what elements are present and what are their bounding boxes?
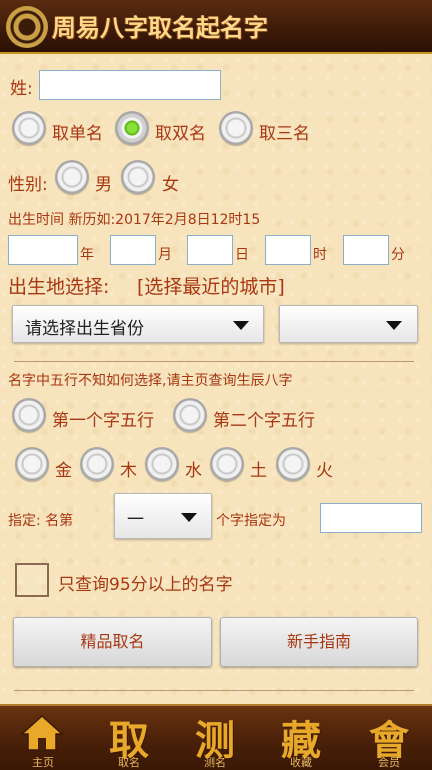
ordinal-dropdown[interactable]: 一 <box>114 493 212 539</box>
nav-label-home: 主页 <box>32 756 54 769</box>
radio-earth[interactable] <box>210 447 244 481</box>
double-name-label: 取双名 <box>155 124 206 144</box>
province-dropdown-label: 请选择出生省份 <box>25 319 144 339</box>
premium-naming-button[interactable]: 精品取名 <box>13 617 212 667</box>
province-dropdown[interactable]: 请选择出生省份 <box>12 305 264 343</box>
radio-female[interactable] <box>121 160 155 194</box>
nav-label-test: 测名 <box>204 756 226 769</box>
assign-suffix-label: 个字指定为 <box>216 513 286 529</box>
chevron-down-icon <box>233 321 249 330</box>
female-label: 女 <box>162 175 179 195</box>
single-name-label: 取单名 <box>52 124 103 144</box>
beginner-guide-button[interactable]: 新手指南 <box>220 617 418 667</box>
nav-item-home[interactable]: 主页 <box>0 706 86 770</box>
month-input[interactable] <box>110 235 156 265</box>
ordinal-dropdown-label: 一 <box>127 510 144 530</box>
chevron-down-icon <box>181 513 197 522</box>
assign-char-input[interactable] <box>320 503 422 533</box>
male-label: 男 <box>95 175 112 195</box>
nav-item-favorites[interactable]: 藏 收藏 <box>258 706 344 770</box>
gender-label: 性别: <box>8 175 48 195</box>
second-char-wuxing-label: 第二个字五行 <box>213 411 315 431</box>
year-input[interactable] <box>8 235 78 265</box>
nearest-city-link[interactable]: [选择最近的城市] <box>137 272 285 299</box>
yinyang-logo-icon <box>6 6 48 48</box>
nav-item-naming[interactable]: 取 取名 <box>86 706 172 770</box>
nav-item-member[interactable]: 會 会员 <box>346 706 432 770</box>
triple-name-label: 取三名 <box>259 124 310 144</box>
wood-label: 木 <box>120 461 137 481</box>
radio-water[interactable] <box>145 447 179 481</box>
radio-second-char-wuxing[interactable] <box>173 398 207 432</box>
surname-input[interactable] <box>39 70 221 100</box>
nav-label-favorites: 收藏 <box>290 756 312 769</box>
day-input[interactable] <box>187 235 233 265</box>
birth-time-label: 出生时间 新历如:2017年2月8日12时15 <box>8 212 261 228</box>
radio-wood[interactable] <box>80 447 114 481</box>
radio-metal[interactable] <box>15 447 49 481</box>
minute-unit: 分 <box>391 247 405 263</box>
day-unit: 日 <box>235 247 249 263</box>
radio-triple-name[interactable] <box>219 111 253 145</box>
bottom-nav: 主页 取 取名 测 测名 藏 收藏 會 会员 <box>0 704 432 770</box>
first-char-wuxing-label: 第一个字五行 <box>52 411 154 431</box>
radio-male[interactable] <box>55 160 89 194</box>
radio-double-name[interactable] <box>115 111 149 145</box>
metal-label: 金 <box>55 461 72 481</box>
earth-label: 土 <box>250 461 267 481</box>
minute-input[interactable] <box>343 235 389 265</box>
surname-label: 姓: <box>10 79 33 99</box>
nav-label-naming: 取名 <box>118 756 140 769</box>
radio-fire[interactable] <box>276 447 310 481</box>
birthplace-label: 出生地选择: <box>8 276 110 298</box>
wuxing-hint: 名字中五行不知如何选择,请主页查询生辰八字 <box>8 373 293 389</box>
home-icon <box>20 714 64 751</box>
radio-first-char-wuxing[interactable] <box>12 398 46 432</box>
fire-label: 火 <box>316 461 333 481</box>
high-score-checkbox[interactable] <box>15 563 49 597</box>
hour-unit: 时 <box>313 247 327 263</box>
high-score-label: 只查询95分以上的名字 <box>58 575 233 595</box>
water-label: 水 <box>185 461 202 481</box>
divider <box>14 361 414 362</box>
divider <box>14 690 414 691</box>
chevron-down-icon <box>386 321 402 330</box>
app-title: 周易八字取名起名字 <box>52 13 268 42</box>
nav-label-member: 会员 <box>378 756 400 769</box>
city-dropdown[interactable] <box>279 305 418 343</box>
hour-input[interactable] <box>265 235 311 265</box>
nav-item-test[interactable]: 测 测名 <box>172 706 258 770</box>
assign-prefix-label: 指定: 名第 <box>8 513 74 529</box>
month-unit: 月 <box>158 247 172 263</box>
year-unit: 年 <box>80 247 94 263</box>
app-header: 周易八字取名起名字 <box>0 0 432 54</box>
radio-single-name[interactable] <box>12 111 46 145</box>
